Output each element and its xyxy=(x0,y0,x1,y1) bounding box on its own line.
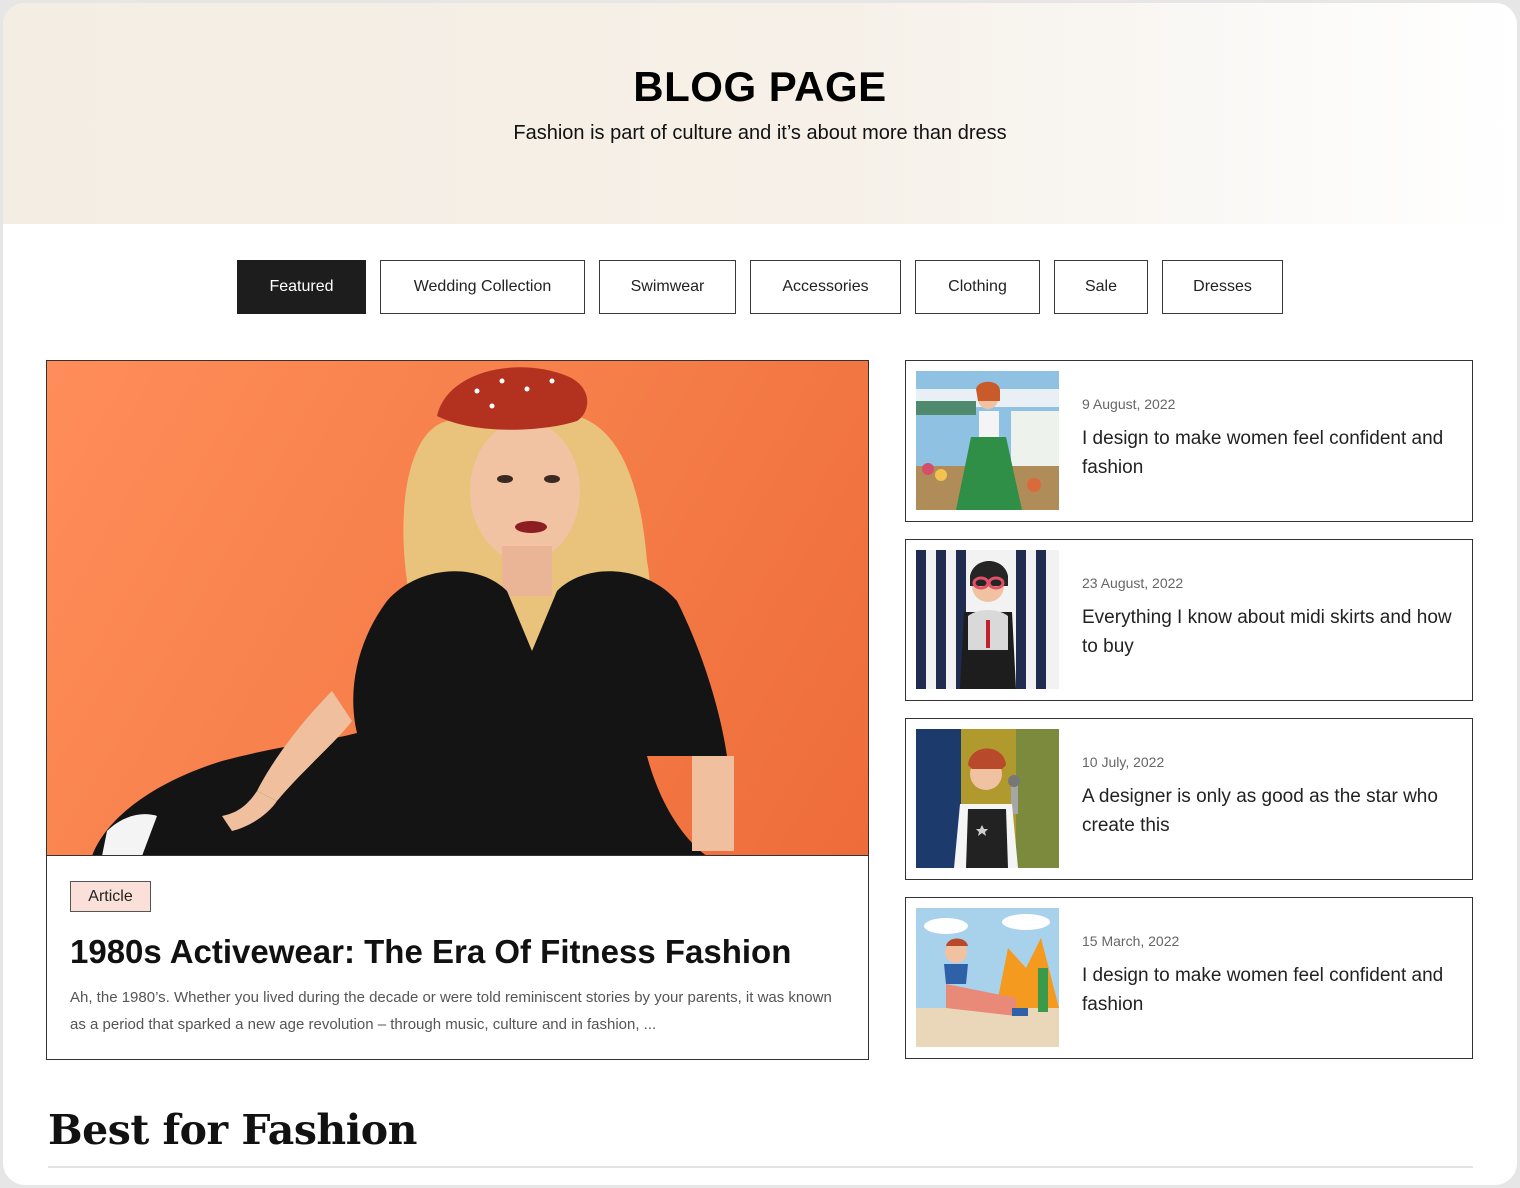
post-title[interactable]: Everything I know about midi skirts and … xyxy=(1082,603,1452,661)
featured-post-card[interactable]: Article 1980s Activewear: The Era Of Fit… xyxy=(46,360,869,1060)
page-subtitle: Fashion is part of culture and it’s abou… xyxy=(513,122,1007,144)
filter-swimwear[interactable]: Swimwear xyxy=(599,260,736,314)
post-card[interactable]: 9 August, 2022 I design to make women fe… xyxy=(905,360,1473,522)
section-title: Best for Fashion xyxy=(48,1106,417,1154)
filter-sale[interactable]: Sale xyxy=(1054,260,1148,314)
post-title[interactable]: A designer is only as good as the star w… xyxy=(1082,782,1452,840)
post-thumbnail[interactable] xyxy=(916,908,1059,1047)
featured-post-title[interactable]: 1980s Activewear: The Era Of Fitness Fas… xyxy=(70,933,850,971)
post-card[interactable]: 23 August, 2022 Everything I know about … xyxy=(905,539,1473,701)
featured-post-excerpt: Ah, the 1980’s. Whether you lived during… xyxy=(70,989,832,1033)
filter-wedding-collection[interactable]: Wedding Collection xyxy=(380,260,585,314)
post-date: 9 August, 2022 xyxy=(1082,396,1176,412)
category-filters: Featured Wedding Collection Swimwear Acc… xyxy=(3,260,1517,314)
filter-clothing[interactable]: Clothing xyxy=(915,260,1040,314)
post-thumbnail[interactable] xyxy=(916,729,1059,868)
post-date: 10 July, 2022 xyxy=(1082,754,1165,770)
section-divider xyxy=(48,1166,1473,1168)
page-frame: BLOG PAGE Fashion is part of culture and… xyxy=(3,3,1517,1185)
featured-post-image[interactable] xyxy=(47,361,868,856)
post-thumbnail[interactable] xyxy=(916,371,1059,510)
post-card[interactable]: 10 July, 2022 A designer is only as good… xyxy=(905,718,1473,880)
blog-header: BLOG PAGE Fashion is part of culture and… xyxy=(3,3,1517,224)
post-type-badge: Article xyxy=(70,881,151,912)
post-date: 23 August, 2022 xyxy=(1082,575,1184,591)
page-title: BLOG PAGE xyxy=(633,63,887,110)
filter-featured[interactable]: Featured xyxy=(237,260,366,314)
post-card[interactable]: 15 March, 2022 I design to make women fe… xyxy=(905,897,1473,1059)
post-title[interactable]: I design to make women feel confident an… xyxy=(1082,961,1452,1019)
filter-accessories[interactable]: Accessories xyxy=(750,260,901,314)
filter-dresses[interactable]: Dresses xyxy=(1162,260,1283,314)
post-title[interactable]: I design to make women feel confident an… xyxy=(1082,424,1452,482)
post-thumbnail[interactable] xyxy=(916,550,1059,689)
post-date: 15 March, 2022 xyxy=(1082,933,1180,949)
